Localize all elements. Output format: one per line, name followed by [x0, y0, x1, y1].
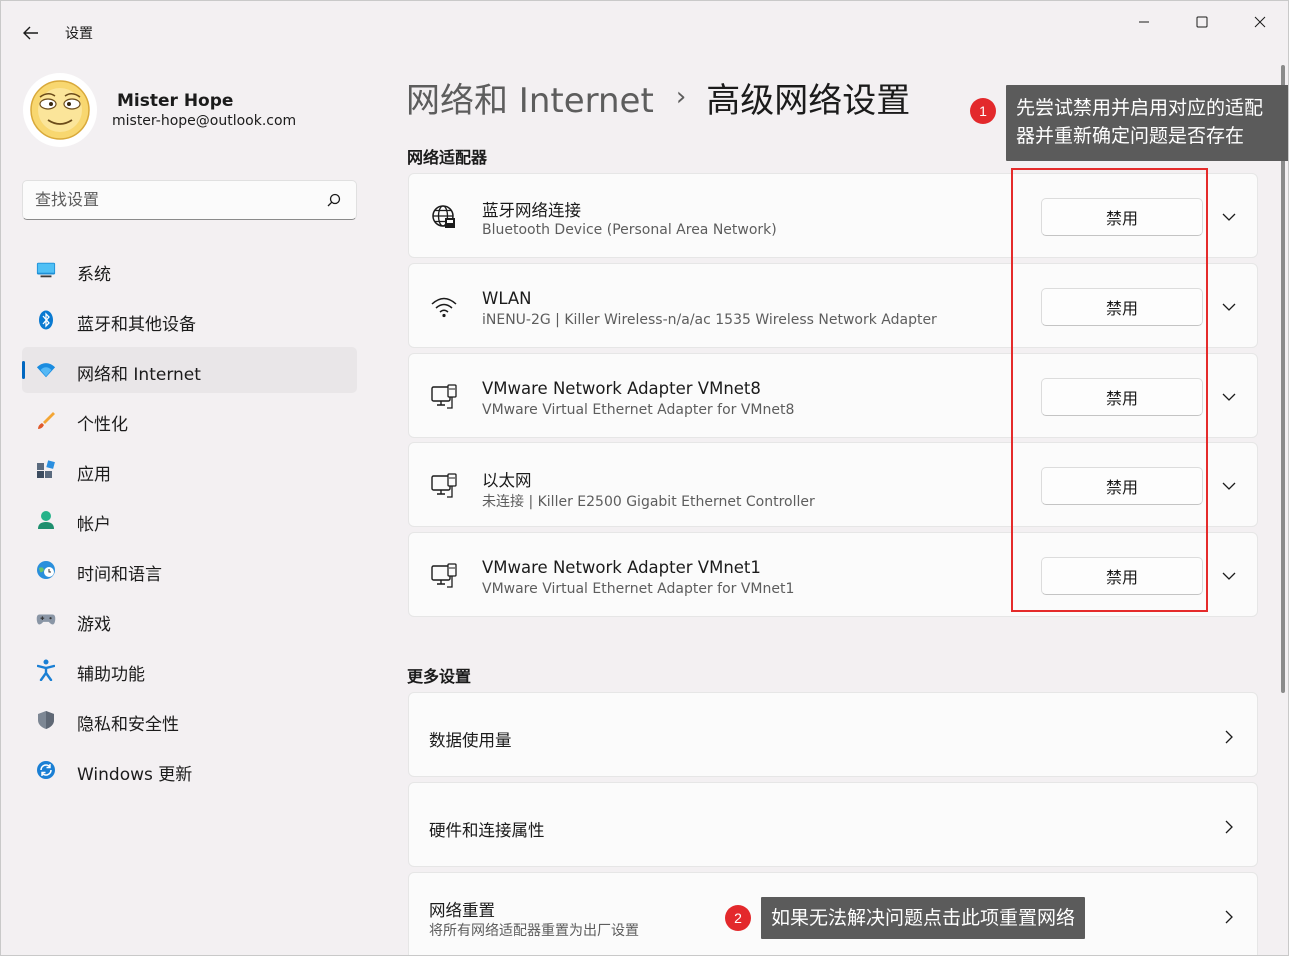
sidebar-item-gaming[interactable]: 游戏	[22, 597, 357, 643]
adapter-subtitle: VMware Virtual Ethernet Adapter for VMne…	[482, 402, 795, 418]
chevron-down-icon[interactable]	[1219, 207, 1239, 227]
search-input[interactable]	[35, 190, 315, 209]
shield-icon	[36, 710, 56, 730]
annotation-note-2: 如果无法解决问题点击此项重置网络	[761, 897, 1086, 939]
sidebar-item-label: Windows 更新	[77, 765, 193, 785]
sidebar-item-label: 应用	[77, 465, 111, 485]
more-settings-section-label: 更多设置	[407, 667, 472, 686]
sidebar-item-bluetooth[interactable]: 蓝牙和其他设备	[22, 297, 357, 343]
sidebar-item-label: 帐户	[77, 515, 111, 535]
update-icon	[36, 760, 56, 780]
annotation-badge-1: 1	[970, 98, 996, 124]
smiley-face-icon	[30, 80, 90, 140]
wifi-icon	[429, 292, 459, 322]
user-email: mister-hope@outlook.com	[112, 113, 297, 129]
adapter-title: VMware Network Adapter VMnet1	[482, 558, 761, 577]
minimize-icon	[1139, 21, 1149, 23]
sidebar-item-label: 系统	[77, 265, 111, 285]
annotation-text: 如果无法解决问题点击此项重置网络	[771, 907, 1076, 929]
user-profile[interactable]: Mister Hope mister-hope@outlook.com	[21, 71, 361, 151]
breadcrumb-parent[interactable]: 网络和 Internet	[406, 73, 654, 122]
sidebar-item-accessibility[interactable]: 辅助功能	[22, 647, 357, 693]
chevron-down-icon[interactable]	[1219, 566, 1239, 586]
bluetooth-icon	[36, 310, 56, 330]
adapter-subtitle: iNENU-2G | Killer Wireless-n/a/ac 1535 W…	[482, 312, 937, 328]
highlight-box	[1011, 168, 1208, 612]
globe-network-icon	[429, 202, 459, 232]
chevron-right-icon	[1219, 907, 1239, 927]
breadcrumb-separator: ›	[675, 82, 687, 112]
page-title: 高级网络设置	[706, 80, 911, 121]
ethernet-icon	[429, 382, 459, 412]
sidebar-item-accounts[interactable]: 帐户	[22, 497, 357, 543]
brush-icon	[36, 410, 56, 430]
adapter-title: WLAN	[482, 289, 532, 308]
chevron-down-icon[interactable]	[1219, 387, 1239, 407]
setting-title: 网络重置	[429, 901, 495, 920]
sidebar-item-label: 隐私和安全性	[77, 715, 179, 735]
sidebar-item-label: 个性化	[77, 415, 128, 435]
sidebar-item-label: 辅助功能	[77, 665, 145, 685]
globe-clock-icon	[36, 560, 56, 580]
annotation-text: 先尝试禁用并启用对应的适配	[1016, 97, 1264, 119]
adapter-title: 以太网	[482, 471, 532, 490]
apps-icon	[36, 460, 56, 480]
back-button[interactable]	[15, 19, 47, 47]
breadcrumb: 网络和 Internet › 高级网络设置	[406, 73, 911, 122]
sidebar-item-time-language[interactable]: 时间和语言	[22, 547, 357, 593]
account-icon	[36, 510, 56, 530]
search-icon[interactable]	[326, 192, 342, 212]
setting-subtitle: 将所有网络适配器重置为出厂设置	[429, 923, 639, 939]
data-usage-card[interactable]: 数据使用量	[408, 692, 1258, 777]
avatar	[23, 73, 97, 147]
chevron-right-icon	[1219, 817, 1239, 837]
close-button[interactable]	[1237, 9, 1283, 35]
annotation-note-1: 先尝试禁用并启用对应的适配 器并重新确定问题是否存在	[1006, 85, 1288, 161]
adapter-subtitle: 未连接 | Killer E2500 Gigabit Ethernet Cont…	[482, 494, 815, 510]
setting-title: 硬件和连接属性	[429, 821, 545, 840]
chevron-down-icon[interactable]	[1219, 297, 1239, 317]
maximize-button[interactable]	[1179, 9, 1225, 35]
annotation-badge-2: 2	[725, 905, 751, 931]
accessibility-icon	[36, 659, 56, 681]
wifi-icon	[36, 360, 56, 380]
back-arrow-icon	[23, 26, 38, 40]
sidebar-item-personalization[interactable]: 个性化	[22, 397, 357, 443]
search-box[interactable]	[22, 180, 357, 220]
chevron-down-icon[interactable]	[1219, 476, 1239, 496]
annotation-text: 器并重新确定问题是否存在	[1016, 125, 1245, 147]
sidebar-item-windows-update[interactable]: Windows 更新	[22, 747, 357, 793]
adapter-title: VMware Network Adapter VMnet8	[482, 379, 761, 398]
adapter-title: 蓝牙网络连接	[482, 201, 581, 220]
chevron-right-icon	[1219, 727, 1239, 747]
adapters-section-label: 网络适配器	[407, 148, 488, 167]
sidebar-item-label: 网络和 Internet	[77, 365, 201, 385]
hardware-properties-card[interactable]: 硬件和连接属性	[408, 782, 1258, 867]
sidebar-item-system[interactable]: 系统	[22, 247, 357, 293]
sidebar-item-network[interactable]: 网络和 Internet	[22, 347, 357, 393]
sidebar-item-label: 游戏	[77, 615, 111, 635]
sidebar-item-label: 蓝牙和其他设备	[77, 315, 196, 335]
app-title: 设置	[65, 26, 93, 42]
adapter-subtitle: Bluetooth Device (Personal Area Network)	[482, 222, 777, 238]
settings-window: 设置 Mister Hope mister-hope@outlook.com 查…	[0, 0, 1289, 956]
ethernet-icon	[429, 471, 459, 501]
ethernet-icon	[429, 561, 459, 591]
adapter-subtitle: VMware Virtual Ethernet Adapter for VMne…	[482, 581, 795, 597]
sidebar-item-apps[interactable]: 应用	[22, 447, 357, 493]
minimize-button[interactable]	[1121, 9, 1167, 35]
close-icon	[1254, 16, 1266, 28]
system-icon	[36, 260, 56, 280]
user-name: Mister Hope	[117, 91, 234, 111]
gamepad-icon	[36, 610, 56, 630]
title-bar: 设置	[1, 1, 1288, 63]
sidebar-item-privacy[interactable]: 隐私和安全性	[22, 697, 357, 743]
sidebar-item-label: 时间和语言	[77, 565, 162, 585]
sidebar-nav: 系统 蓝牙和其他设备 网络和 Internet 个性化 应用 帐户 时间和语言 …	[22, 247, 357, 797]
setting-title: 数据使用量	[429, 731, 512, 750]
maximize-icon	[1196, 16, 1208, 28]
